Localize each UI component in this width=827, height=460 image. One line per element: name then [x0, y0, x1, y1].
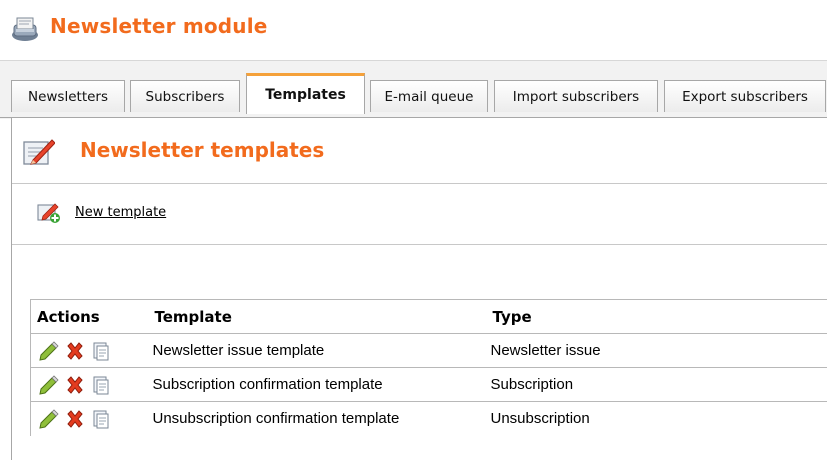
column-header-type[interactable]: Type	[486, 299, 827, 334]
tab-import-subscribers[interactable]: Import subscribers	[494, 80, 658, 112]
row-actions-cell	[30, 367, 149, 402]
grid-header-row: Actions Template Type	[30, 299, 827, 334]
tab-strip: Newsletters Subscribers Templates E-mail…	[0, 60, 827, 119]
new-template-link[interactable]: New template	[75, 205, 166, 220]
clone-icon[interactable]	[91, 375, 111, 395]
template-type-cell: Subscription	[486, 367, 827, 402]
column-header-template[interactable]: Template	[148, 299, 487, 334]
edit-icon[interactable]	[39, 409, 59, 429]
tab-baseline	[0, 117, 827, 118]
tab-export-subscribers[interactable]: Export subscribers	[664, 80, 826, 112]
table-row: Subscription confirmation template Subsc…	[30, 367, 827, 402]
row-actions-cell	[31, 402, 149, 436]
column-header-actions: Actions	[30, 299, 149, 334]
tab-email-queue[interactable]: E-mail queue	[370, 80, 488, 112]
edit-icon[interactable]	[39, 374, 59, 395]
new-template-icon[interactable]	[37, 202, 61, 224]
newsletter-module-icon	[12, 17, 38, 41]
table-row: Unsubscription confirmation template Uns…	[31, 402, 827, 436]
tab-newsletters[interactable]: Newsletters	[11, 80, 125, 112]
tab-templates[interactable]: Templates	[246, 73, 365, 114]
templates-edit-icon	[23, 139, 55, 165]
row-actions-cell	[30, 333, 149, 368]
actions-divider	[12, 244, 827, 245]
table-row: Newsletter issue template Newsletter iss…	[30, 333, 827, 368]
template-name-cell: Subscription confirmation template	[148, 367, 487, 402]
templates-grid: Actions Template Type Newsletter issue t…	[30, 299, 827, 436]
delete-icon[interactable]	[65, 409, 85, 429]
delete-icon[interactable]	[65, 375, 85, 395]
clone-icon[interactable]	[91, 341, 111, 361]
template-name-cell: Unsubscription confirmation template	[152, 410, 400, 428]
clone-icon[interactable]	[91, 409, 111, 429]
section-divider	[12, 183, 827, 184]
template-name-cell: Newsletter issue template	[148, 333, 487, 368]
module-header: Newsletter module	[0, 0, 827, 60]
module-title: Newsletter module	[50, 14, 268, 38]
tab-subscribers[interactable]: Subscribers	[130, 80, 240, 112]
edit-icon[interactable]	[39, 340, 59, 361]
delete-icon[interactable]	[65, 341, 85, 361]
template-type-cell: Newsletter issue	[486, 333, 827, 368]
template-type-cell: Unsubscription	[490, 410, 590, 428]
section-title: Newsletter templates	[80, 138, 325, 162]
